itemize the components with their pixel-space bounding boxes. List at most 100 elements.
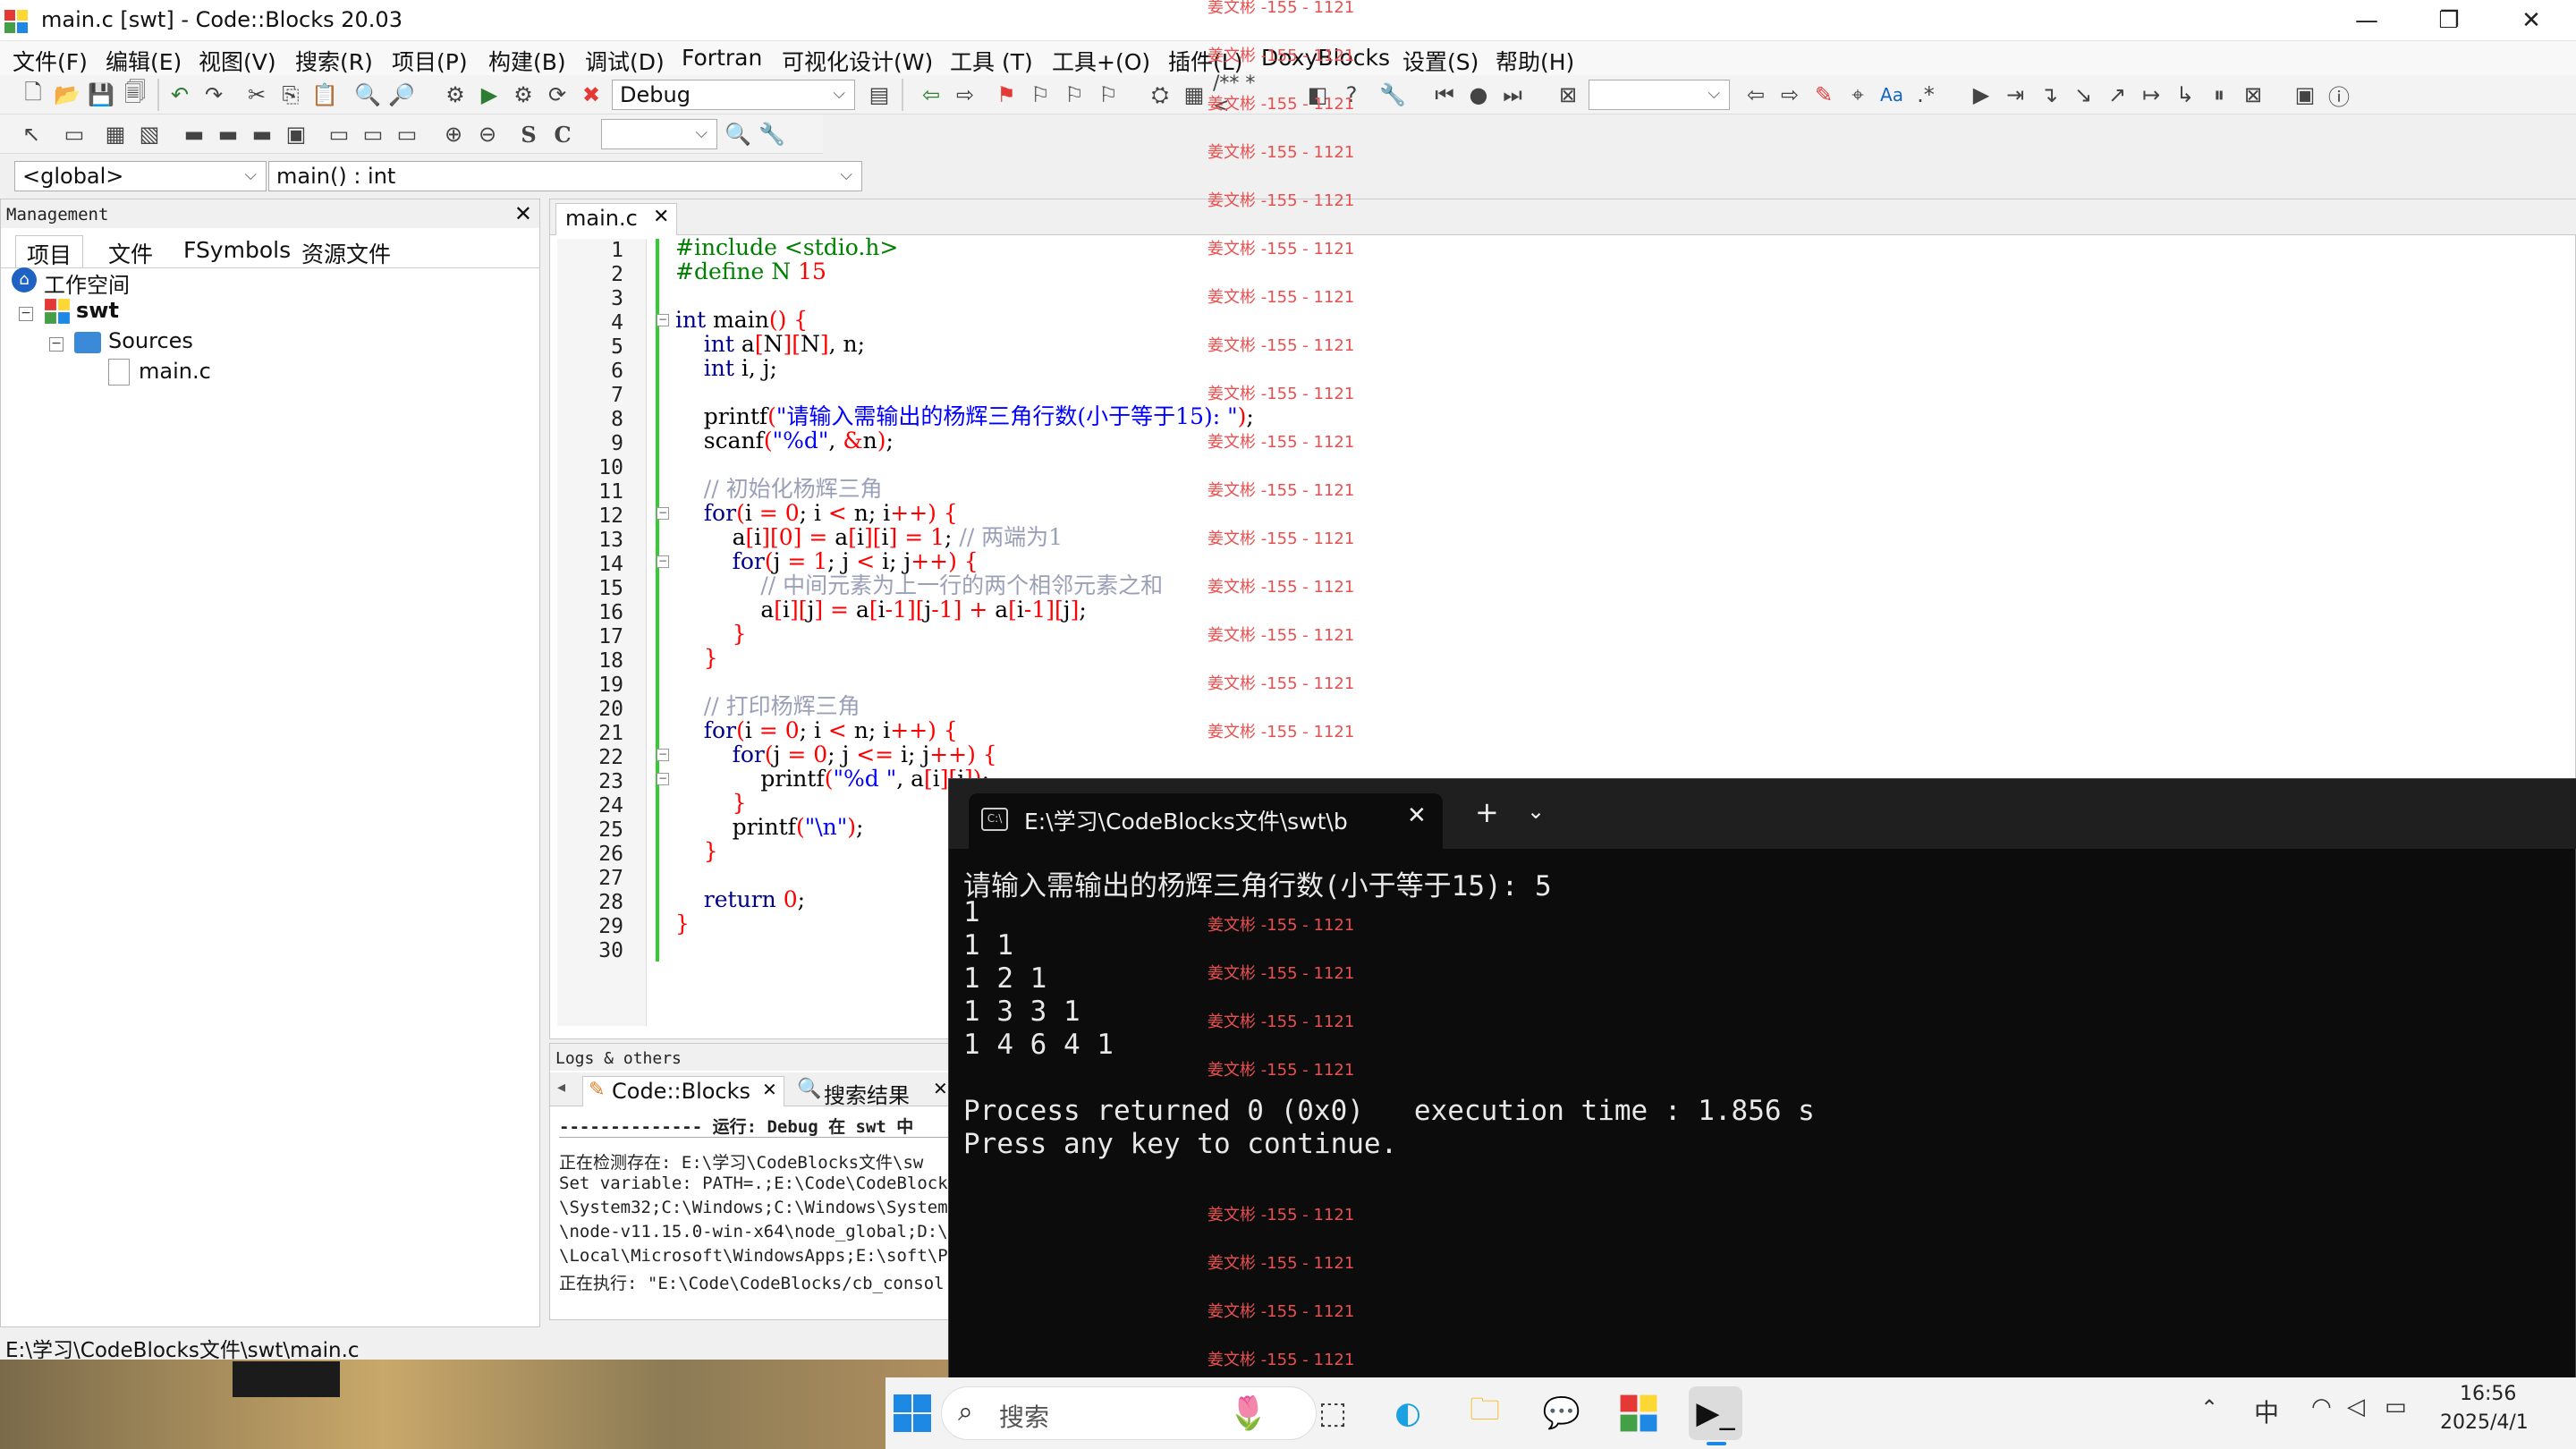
close-panel-icon[interactable]: ✕: [514, 201, 532, 226]
select-found-icon[interactable]: ⌖: [1843, 80, 1873, 110]
menu-edit[interactable]: 编辑(E): [106, 45, 182, 77]
build-gear-icon[interactable]: ⚙: [440, 80, 470, 110]
close-window-button[interactable]: ✕: [2490, 0, 2572, 41]
collapse-icon[interactable]: −: [19, 307, 33, 321]
debug-forward-icon[interactable]: ⇨: [950, 80, 980, 110]
restore-button[interactable]: ❐: [2408, 0, 2490, 41]
menu-view[interactable]: 视图(V): [199, 45, 276, 77]
stop-debug-icon[interactable]: ⊠: [2238, 80, 2268, 110]
new-file-icon[interactable]: 🗋: [18, 80, 48, 110]
codeblocks-taskbar-icon[interactable]: [1612, 1386, 1665, 1440]
s-icon[interactable]: S: [513, 119, 544, 149]
highlight-icon[interactable]: ✎: [1809, 80, 1839, 110]
scope-function-select[interactable]: main() : int ⌵: [268, 161, 862, 191]
clear-bookmarks-icon[interactable]: ⚐: [1093, 80, 1123, 110]
minimize-button[interactable]: —: [2326, 0, 2408, 41]
widget-7-icon[interactable]: ▭: [392, 119, 422, 149]
collapse-icon[interactable]: −: [49, 337, 64, 352]
widget-6-icon[interactable]: ▭: [358, 119, 388, 149]
cut-icon[interactable]: ✂: [242, 80, 272, 110]
step-into-icon[interactable]: ↘: [2068, 80, 2098, 110]
fold-icon[interactable]: −: [657, 314, 669, 326]
clear-icon[interactable]: ⊠: [1553, 80, 1583, 110]
close-tab-icon[interactable]: ✕: [933, 1078, 948, 1099]
step-out-icon[interactable]: ↗: [2102, 80, 2132, 110]
save-all-icon[interactable]: 🗐: [120, 80, 150, 110]
menu-debug[interactable]: 调试(D): [585, 45, 665, 77]
redo-icon[interactable]: ↷: [199, 80, 229, 110]
menu-settings[interactable]: 设置(S): [1402, 45, 1479, 77]
menu-project[interactable]: 项目(P): [392, 45, 468, 77]
clock-date[interactable]: 2025/4/1: [2440, 1411, 2529, 1434]
scope-global-select[interactable]: <global> ⌵: [14, 161, 267, 191]
grid-alt-icon[interactable]: ▧: [134, 119, 165, 149]
target-options-icon[interactable]: ▤: [864, 80, 894, 110]
fold-icon[interactable]: −: [657, 773, 669, 785]
menu-fortran[interactable]: Fortran: [682, 45, 762, 71]
close-tab-icon[interactable]: ✕: [762, 1079, 777, 1100]
start-button[interactable]: [886, 1386, 939, 1440]
doxy-wizard-icon[interactable]: ⛭: [1145, 80, 1175, 110]
frame-icon[interactable]: ▭: [59, 119, 89, 149]
open-icon[interactable]: 📂: [52, 80, 82, 110]
tab-projects[interactable]: 项目: [15, 235, 84, 268]
widget-3-icon[interactable]: ▬: [247, 119, 277, 149]
debug-windows-icon[interactable]: ▣: [2290, 80, 2320, 110]
match-case-icon[interactable]: Aa: [1877, 80, 1907, 110]
find-next-icon[interactable]: ⇨: [1775, 80, 1805, 110]
tab-files[interactable]: 文件: [97, 235, 164, 267]
tab-codeblocks-log[interactable]: ✎ Code::Blocks ✕: [582, 1076, 784, 1106]
find-prev-icon[interactable]: ⇦: [1741, 80, 1771, 110]
tab-dropdown-icon[interactable]: ⌄: [1527, 799, 1545, 824]
build-run-icon[interactable]: ⚙: [508, 80, 538, 110]
menu-build[interactable]: 构建(B): [488, 45, 566, 77]
terminal-taskbar-icon[interactable]: ▶_: [1689, 1386, 1742, 1440]
tab-resources[interactable]: 资源文件: [291, 235, 402, 267]
debug-info-icon[interactable]: ⓘ: [2324, 80, 2354, 110]
step-into-instruction-icon[interactable]: ↳: [2170, 80, 2200, 110]
edge-icon[interactable]: ◐: [1381, 1386, 1435, 1440]
zoom-out-icon[interactable]: ⊖: [472, 119, 503, 149]
bookmark-icon[interactable]: ⚑: [991, 80, 1021, 110]
run-icon[interactable]: ▶: [474, 80, 504, 110]
c-icon[interactable]: C: [547, 119, 578, 149]
widget-4-icon[interactable]: ▣: [281, 119, 311, 149]
wifi-icon[interactable]: ◠: [2311, 1394, 2332, 1420]
debug-run-icon[interactable]: ▶: [1966, 80, 1996, 110]
regex-icon[interactable]: .*: [1911, 80, 1941, 110]
replace-icon[interactable]: 🔎: [386, 80, 417, 110]
pointer-icon[interactable]: ↖: [16, 119, 47, 149]
find-icon[interactable]: 🔍: [352, 80, 383, 110]
file-explorer-icon[interactable]: 🗀: [1458, 1386, 1512, 1440]
next-line-icon[interactable]: ↴: [2034, 80, 2064, 110]
ime-indicator[interactable]: 中: [2254, 1394, 2279, 1429]
fold-icon[interactable]: −: [657, 555, 669, 568]
tree-file-main[interactable]: main.c: [139, 359, 211, 384]
terminal-tab[interactable]: C:\ E:\学习\CodeBlocks文件\swt\b ✕: [969, 793, 1443, 849]
taskbar-search-box[interactable]: ⌕ 搜索 🌷: [941, 1386, 1317, 1440]
save-icon[interactable]: 💾: [86, 80, 116, 110]
fold-icon[interactable]: −: [657, 749, 669, 761]
zoom-in-icon[interactable]: ⊕: [438, 119, 469, 149]
tree-folder-sources[interactable]: Sources: [108, 328, 193, 353]
scroll-left-icon[interactable]: ◂: [557, 1078, 565, 1097]
jump-back-icon[interactable]: ⏮: [1429, 80, 1460, 110]
next-instruction-icon[interactable]: ↦: [2136, 80, 2166, 110]
clock-time[interactable]: 16:56: [2460, 1383, 2516, 1405]
tree-workspace[interactable]: 工作空间: [44, 267, 130, 299]
logs-tab-label[interactable]: 搜索结果: [824, 1078, 910, 1109]
volume-icon[interactable]: ◁: [2347, 1394, 2365, 1420]
doxy-extract-icon[interactable]: ▦: [1179, 80, 1209, 110]
widget-2-icon[interactable]: ▬: [213, 119, 243, 149]
tab-main-c[interactable]: main.c ✕: [555, 203, 677, 235]
grid-icon[interactable]: ▦: [100, 119, 131, 149]
menu-search[interactable]: 搜索(R): [295, 45, 373, 77]
fold-icon[interactable]: −: [657, 507, 669, 520]
battery-icon[interactable]: ▭: [2385, 1394, 2407, 1420]
build-target-select[interactable]: Debug ⌵: [612, 80, 855, 110]
next-bookmark-icon[interactable]: ⚐: [1059, 80, 1089, 110]
search-combo[interactable]: ⌵: [1589, 80, 1730, 110]
tab-fsymbols[interactable]: FSymbols: [173, 235, 301, 267]
zoom-combo[interactable]: ⌵: [601, 119, 717, 149]
pause-icon[interactable]: ⏸: [2204, 80, 2234, 110]
